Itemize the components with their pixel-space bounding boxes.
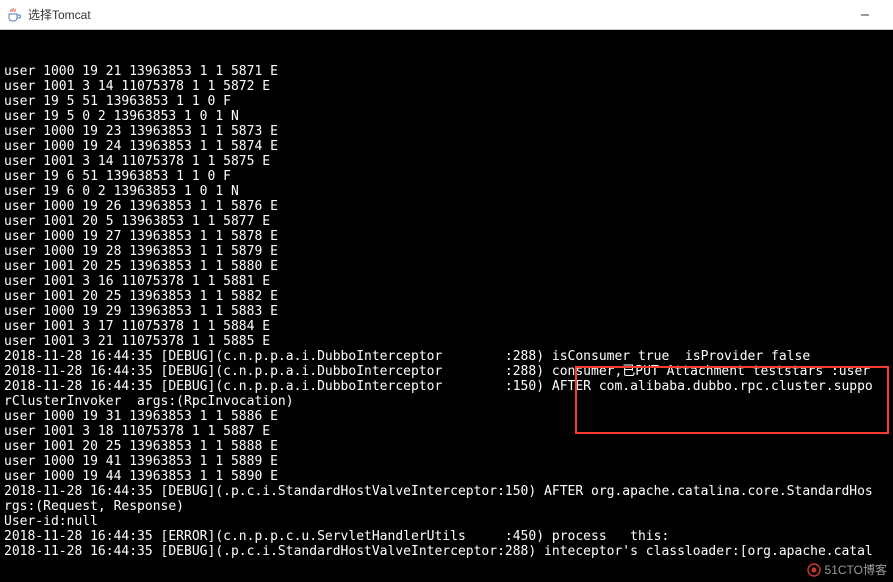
watermark: 51CTO博客 (807, 561, 887, 578)
console-line: 2018-11-28 16:44:35 [DEBUG](c.n.p.p.a.i.… (4, 364, 893, 379)
console-line: user 1000 19 21 13963853 1 1 5871 E (4, 64, 893, 79)
window-title: 选择Tomcat (28, 6, 91, 23)
console-line: user 1000 19 26 13963853 1 1 5876 E (4, 199, 893, 214)
console-line: user 1000 19 44 13963853 1 1 5890 E (4, 469, 893, 484)
console-line: user 1000 19 41 13963853 1 1 5889 E (4, 454, 893, 469)
console-line: user 1000 19 27 13963853 1 1 5878 E (4, 229, 893, 244)
console-line: user 19 5 51 13963853 1 1 0 F (4, 94, 893, 109)
console-line: user 19 6 0 2 13963853 1 0 1 N (4, 184, 893, 199)
watermark-text: 51CTO博客 (825, 561, 887, 578)
console-line: User-id:null (4, 514, 893, 529)
console-line: user 1001 20 5 13963853 1 1 5877 E (4, 214, 893, 229)
console-line: user 1000 19 28 13963853 1 1 5879 E (4, 244, 893, 259)
console-line: user 1000 19 29 13963853 1 1 5883 E (4, 304, 893, 319)
console-line: user 1001 3 21 11075378 1 1 5885 E (4, 334, 893, 349)
console-line: user 1001 3 18 11075378 1 1 5887 E (4, 424, 893, 439)
console-line: rClusterInvoker args:(RpcInvocation) (4, 394, 893, 409)
console-line: user 1001 3 14 11075378 1 1 5872 E (4, 79, 893, 94)
console-line: user 1001 20 25 13963853 1 1 5882 E (4, 289, 893, 304)
console-output[interactable]: user 1000 19 21 13963853 1 1 5871 Euser … (0, 30, 893, 582)
console-line: user 1001 3 16 11075378 1 1 5881 E (4, 274, 893, 289)
console-line: user 19 6 51 13963853 1 1 0 F (4, 169, 893, 184)
console-line: user 1001 3 17 11075378 1 1 5884 E (4, 319, 893, 334)
java-cup-icon (6, 7, 22, 23)
console-line: user 1001 3 14 11075378 1 1 5875 E (4, 154, 893, 169)
console-line: rgs:(Request, Response) (4, 499, 893, 514)
console-line: user 19 5 0 2 13963853 1 0 1 N (4, 109, 893, 124)
console-line: user 1001 20 25 13963853 1 1 5888 E (4, 439, 893, 454)
console-line: user 1000 19 31 13963853 1 1 5886 E (4, 409, 893, 424)
console-line: 2018-11-28 16:44:35 [DEBUG](.p.c.i.Stand… (4, 544, 893, 559)
console-line: 2018-11-28 16:44:35 [ERROR](c.n.p.p.c.u.… (4, 529, 893, 544)
minimize-button[interactable] (842, 0, 887, 30)
console-line: 2018-11-28 16:44:35 [DEBUG](c.n.p.p.a.i.… (4, 379, 893, 394)
console-line: 2018-11-28 16:44:35 [DEBUG](c.n.p.p.a.i.… (4, 349, 893, 364)
app-window: 选择Tomcat user 1000 19 21 13963853 1 1 58… (0, 0, 893, 582)
console-line: user 1000 19 23 13963853 1 1 5873 E (4, 124, 893, 139)
titlebar[interactable]: 选择Tomcat (0, 0, 893, 30)
console-line: 2018-11-28 16:44:35 [DEBUG](.p.c.i.Stand… (4, 484, 893, 499)
console-line: user 1000 19 24 13963853 1 1 5874 E (4, 139, 893, 154)
console-line: user 1001 20 25 13963853 1 1 5880 E (4, 259, 893, 274)
